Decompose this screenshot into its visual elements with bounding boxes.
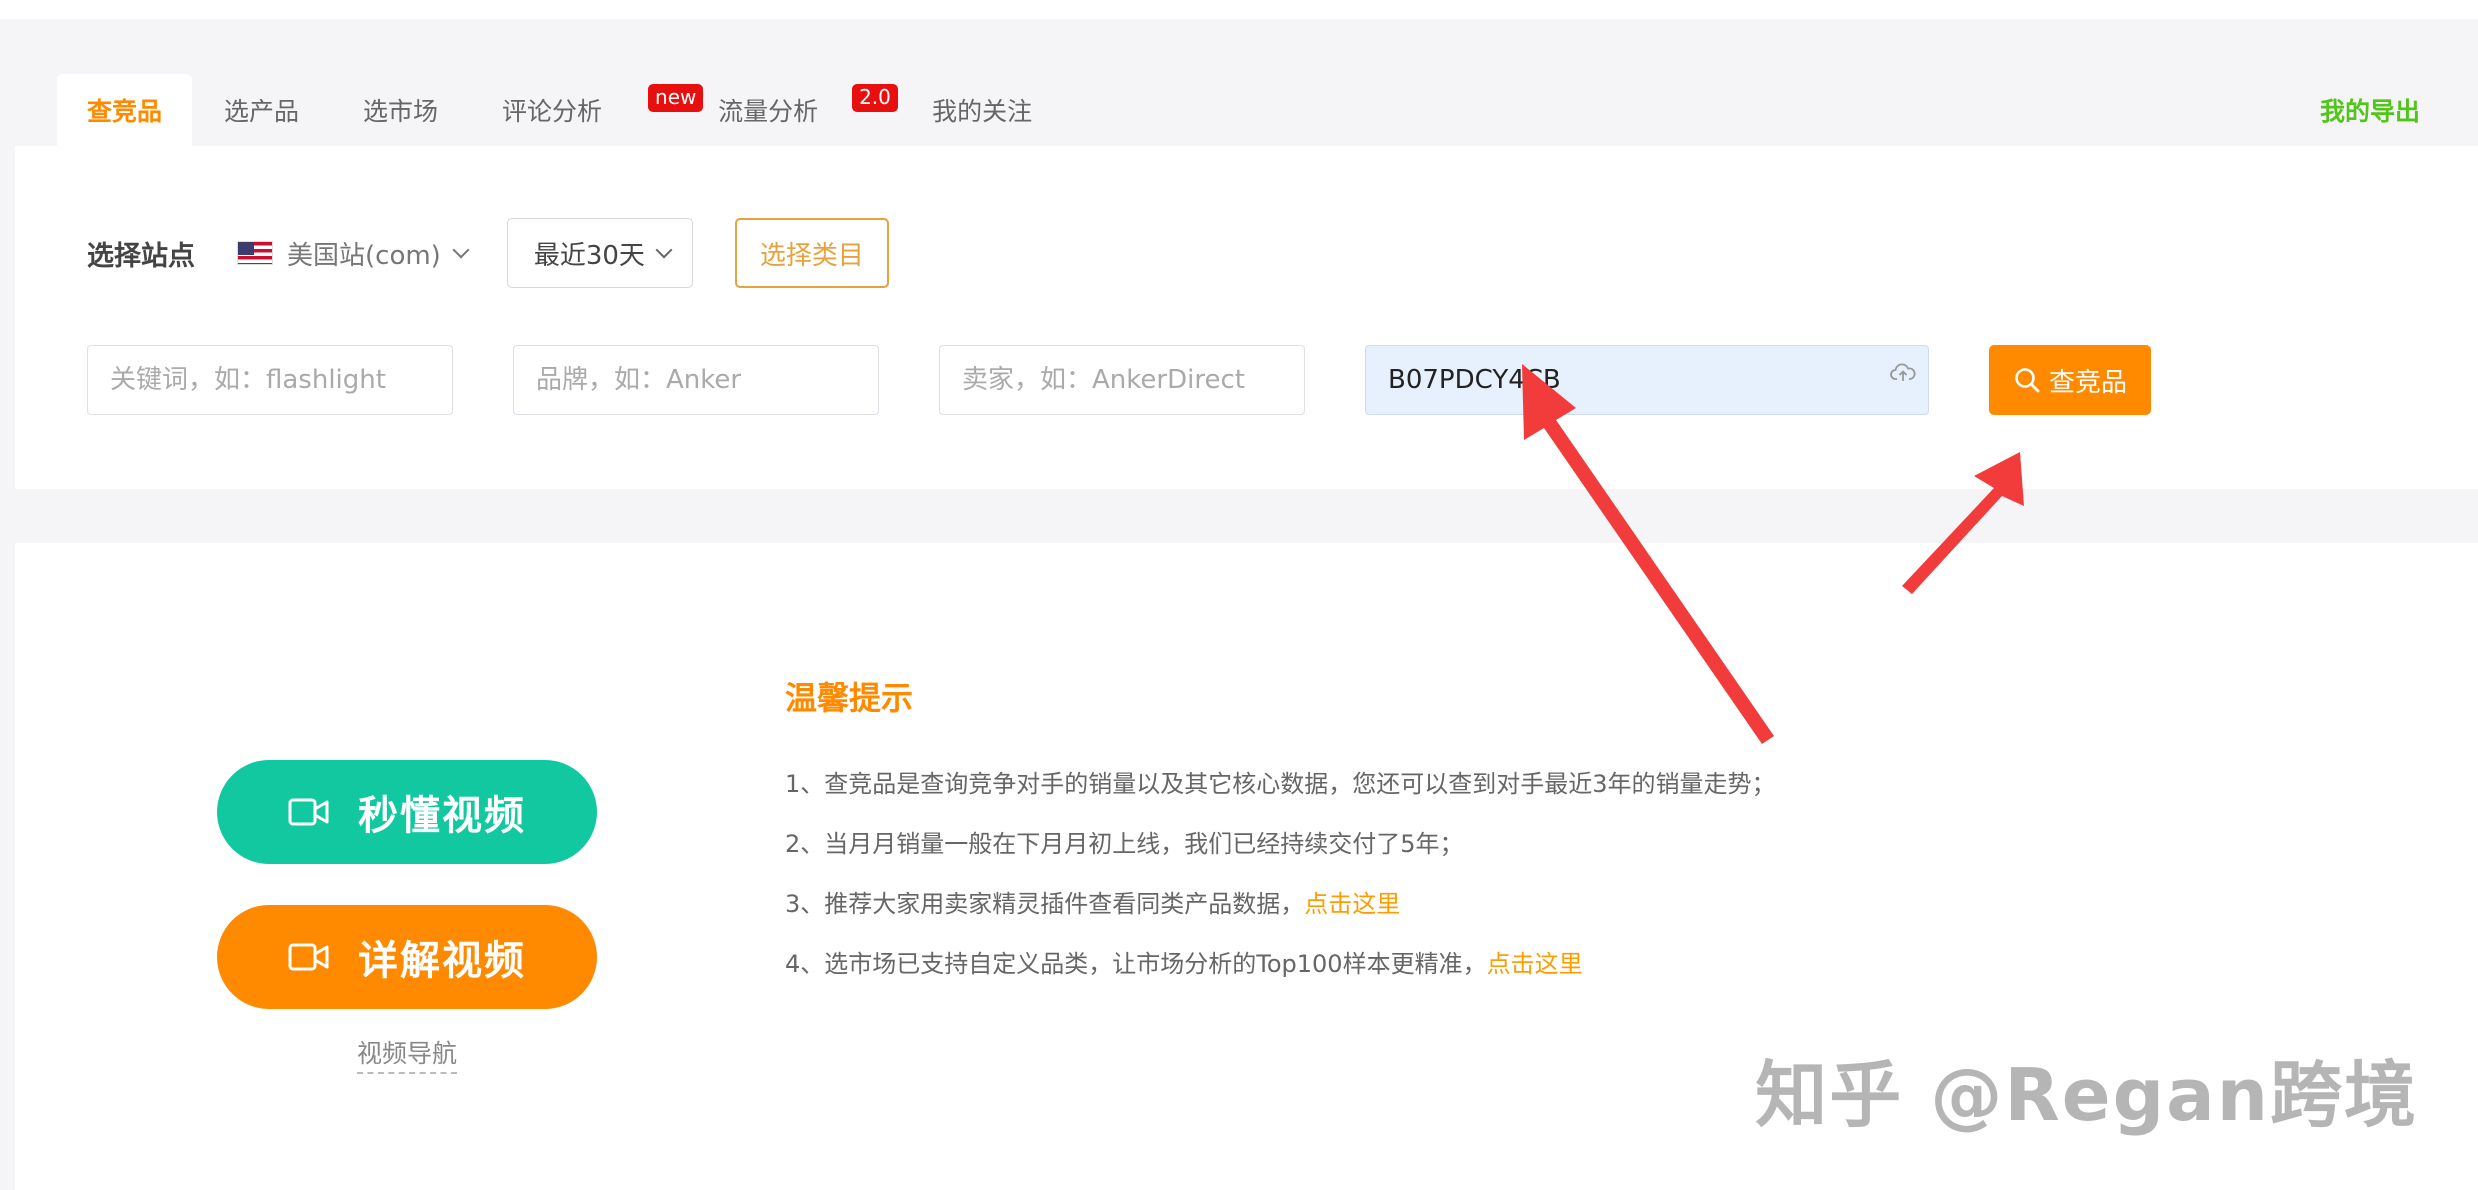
tab-label: 我的关注: [932, 97, 1033, 126]
tab-my-follow[interactable]: 我的关注: [900, 74, 1064, 146]
tip-text: 3、推荐大家用卖家精灵插件查看同类产品数据，: [785, 890, 1305, 918]
tab-product[interactable]: 选产品: [192, 74, 331, 146]
tab-label: 查竞品: [87, 97, 163, 126]
cloud-upload-icon[interactable]: [1890, 362, 1916, 384]
tips-title: 温馨提示: [785, 679, 914, 717]
main-tabs: 查竞品 选产品 选市场 评论分析 new 流量分析 2.0 我的关注: [57, 74, 1064, 146]
tab-review-analysis[interactable]: 评论分析 new: [470, 74, 704, 146]
period-select[interactable]: 最近30天: [506, 218, 693, 288]
my-export-link[interactable]: 我的导出: [2320, 92, 2420, 128]
seller-field[interactable]: [939, 345, 1305, 415]
video-nav-link[interactable]: 视频导航: [357, 1034, 458, 1074]
chevron-down-icon: [655, 241, 673, 259]
tab-label: 评论分析: [502, 97, 603, 126]
detail-video-label: 详解视频: [358, 938, 526, 984]
search-icon: [2015, 368, 2040, 393]
tab-competitor[interactable]: 查竞品: [57, 74, 193, 146]
keyword-field[interactable]: [87, 345, 453, 415]
brand-input[interactable]: [536, 365, 856, 395]
tip-item: 2、当月月销量一般在下月月初上线，我们已经持续交付了5年；: [785, 824, 1464, 859]
select-category-button[interactable]: 选择类目: [734, 218, 889, 288]
search-competitor-button[interactable]: 查竞品: [1989, 345, 2151, 415]
tab-label: 选市场: [363, 97, 439, 126]
tab-label: 流量分析: [718, 97, 819, 126]
version-badge: 2.0: [852, 84, 898, 112]
video-camera-icon: [288, 798, 329, 826]
filter-row: 选择站点 美国站(com) 最近30天 选择类目: [87, 218, 889, 288]
search-row: 查竞品: [87, 345, 2151, 415]
us-flag-icon: [237, 241, 273, 265]
period-value: 最近30天: [533, 240, 645, 271]
watermark: 知乎 @Regan跨境: [1755, 1053, 2418, 1137]
tip-text: 2、当月月销量一般在下月月初上线，我们已经持续交付了5年；: [785, 830, 1464, 858]
seller-input[interactable]: [962, 365, 1282, 395]
brand-field[interactable]: [513, 345, 879, 415]
asin-input[interactable]: [1388, 365, 1906, 395]
site-select[interactable]: 美国站(com): [237, 235, 470, 272]
top-strip: [0, 0, 2478, 19]
quick-video-button[interactable]: 秒懂视频: [217, 760, 597, 864]
click-here-link[interactable]: 点击这里: [1304, 890, 1400, 918]
tip-text: 1、查竞品是查询竞争对手的销量以及其它核心数据，您还可以查到对手最近3年的销量走…: [785, 770, 1776, 798]
site-label: 选择站点: [87, 240, 195, 272]
keyword-input[interactable]: [110, 365, 430, 395]
chevron-down-icon: [452, 241, 470, 259]
tip-text: 4、选市场已支持自定义品类，让市场分析的Top100样本更精准，: [785, 950, 1487, 978]
search-button-label: 查竞品: [2048, 367, 2127, 398]
site-value: 美国站(com): [287, 240, 441, 271]
tip-item: 1、查竞品是查询竞争对手的销量以及其它核心数据，您还可以查到对手最近3年的销量走…: [785, 764, 1776, 799]
asin-field[interactable]: [1365, 345, 1929, 415]
click-here-link[interactable]: 点击这里: [1487, 950, 1583, 978]
tip-item: 4、选市场已支持自定义品类，让市场分析的Top100样本更精准，点击这里: [785, 944, 1583, 979]
tip-item: 3、推荐大家用卖家精灵插件查看同类产品数据，点击这里: [785, 884, 1400, 919]
video-camera-icon: [288, 943, 329, 971]
tab-traffic-analysis[interactable]: 流量分析 2.0: [686, 74, 900, 146]
tab-label: 选产品: [224, 97, 300, 126]
quick-video-label: 秒懂视频: [358, 793, 526, 839]
tab-market[interactable]: 选市场: [331, 74, 470, 146]
search-panel: 选择站点 美国站(com) 最近30天 选择类目 关键词，如：flashligh…: [15, 146, 2478, 489]
detail-video-button[interactable]: 详解视频: [217, 905, 597, 1009]
